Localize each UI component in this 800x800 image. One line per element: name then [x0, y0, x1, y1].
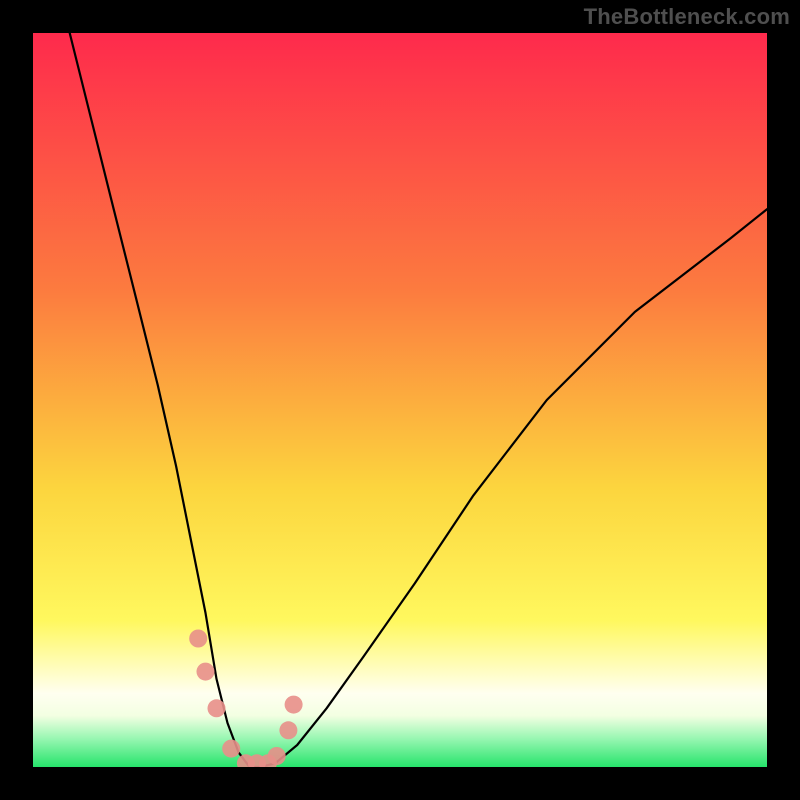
curve-marker: [285, 696, 303, 714]
gradient-background: [33, 33, 767, 767]
chart-plot-area: [33, 33, 767, 767]
watermark-text: TheBottleneck.com: [584, 4, 790, 30]
curve-marker: [279, 721, 297, 739]
curve-marker: [208, 699, 226, 717]
curve-marker: [222, 740, 240, 758]
chart-svg: [33, 33, 767, 767]
curve-marker: [268, 747, 286, 765]
curve-marker: [197, 663, 215, 681]
figure-root: TheBottleneck.com: [0, 0, 800, 800]
curve-marker: [189, 630, 207, 648]
